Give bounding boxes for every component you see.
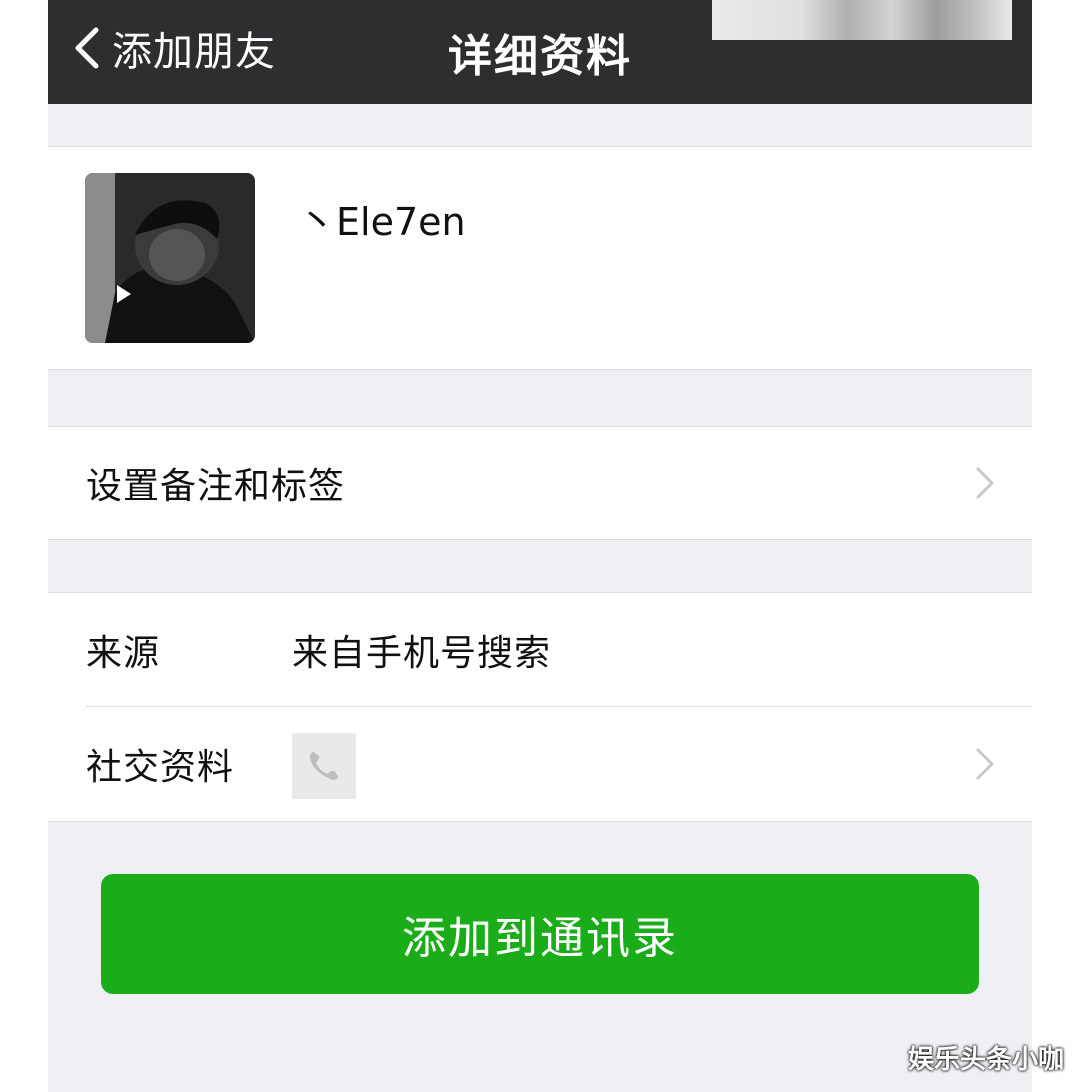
chevron-right-icon: [976, 748, 994, 780]
watermark: 娱乐头条小咖: [907, 1045, 1064, 1075]
remark-tags-label: 设置备注和标签: [86, 466, 346, 507]
source-row: 来源 来自手机号搜索: [48, 593, 1032, 707]
add-to-contacts-button[interactable]: 添加到通讯录: [101, 874, 979, 994]
phone-handset-icon: [310, 752, 338, 780]
source-value: 来自手机号搜索: [292, 633, 552, 674]
nickname: 丶Ele7en: [298, 200, 466, 244]
social-profile-label: 社交资料: [86, 747, 235, 788]
remark-tags-row[interactable]: 设置备注和标签: [48, 427, 1032, 539]
info-group: 来源 来自手机号搜索 社交资料: [48, 592, 1032, 822]
profile-card: 丶Ele7en: [48, 146, 1032, 370]
chevron-right-icon: [976, 467, 994, 499]
navigation-bar: 添加朋友 详细资料: [48, 0, 1032, 104]
profile-screen: 添加朋友 详细资料 丶Ele7en 设置备注和标签 来源 来自手机号搜索 社交资…: [48, 0, 1032, 1092]
avatar[interactable]: [85, 173, 255, 343]
remark-group: 设置备注和标签: [48, 426, 1032, 540]
phone-icon: [292, 733, 356, 799]
avatar-image: [85, 173, 255, 343]
status-bar-blur: [712, 0, 1012, 40]
social-profile-row[interactable]: 社交资料: [48, 707, 1032, 821]
source-label: 来源: [86, 633, 161, 674]
